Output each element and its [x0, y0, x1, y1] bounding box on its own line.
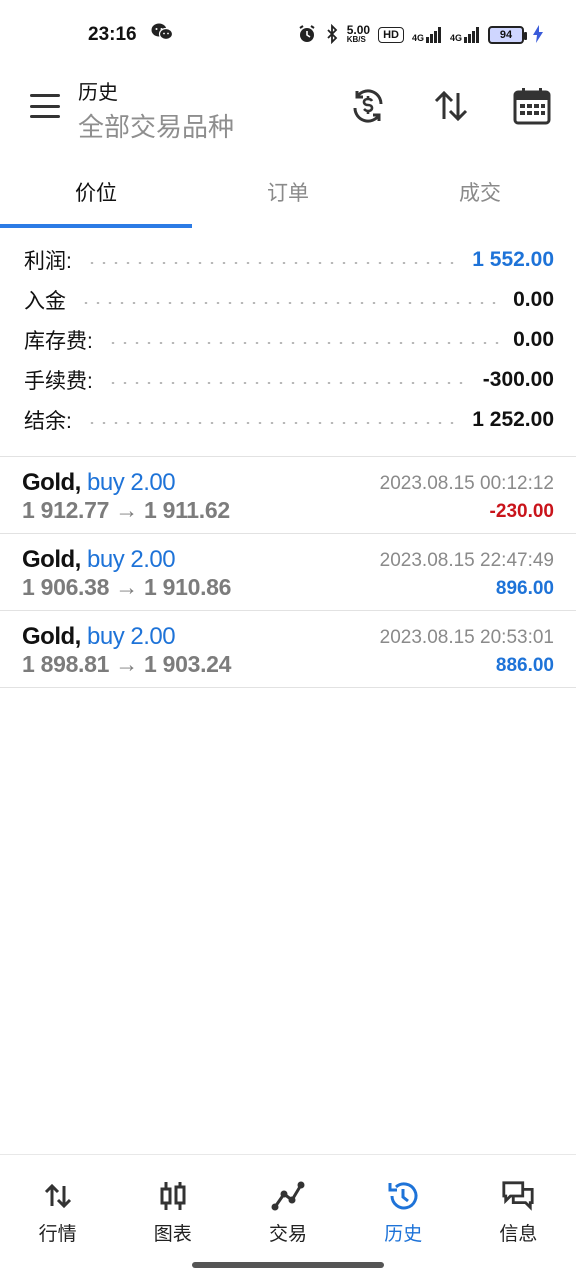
nav-trade[interactable]: 交易	[230, 1155, 345, 1254]
tab-orders[interactable]: 订单	[192, 156, 384, 228]
nav-chart[interactable]: 图表	[115, 1155, 230, 1254]
nav-messages[interactable]: 信息	[461, 1155, 576, 1254]
deal-prices: 1 898.81 → 1 903.24	[22, 651, 232, 677]
deal-symbol: Gold, buy 2.00	[22, 546, 176, 573]
nav-label: 图表	[153, 1224, 192, 1245]
quotes-icon	[41, 1179, 75, 1213]
dot-leader	[85, 262, 459, 264]
deal-prices: 1 906.38 → 1 910.86	[22, 574, 232, 600]
symbol-filter[interactable]: 全部交易品种	[78, 107, 234, 144]
deal-time: 2023.08.15 20:53:01	[379, 627, 554, 648]
app-header: 历史 全部交易品种	[0, 70, 576, 146]
deal-profit: 886.00	[495, 655, 554, 676]
summary-value: 0.00	[513, 328, 554, 351]
status-bar: 23:16 5.00 KB/S HD 4G 4G 94	[0, 0, 576, 70]
nav-label: 历史	[384, 1224, 423, 1245]
tab-bar: 价位 订单 成交	[0, 156, 576, 228]
deal-side: buy 2.00	[87, 623, 176, 650]
nav-quotes[interactable]: 行情	[0, 1155, 115, 1254]
alarm-icon	[297, 24, 317, 47]
wechat-icon	[151, 22, 173, 48]
dot-leader	[106, 382, 469, 384]
tab-positions[interactable]: 价位	[0, 156, 192, 228]
summary-value: 1 552.00	[472, 248, 554, 271]
summary-label: 库存费:	[24, 330, 93, 353]
deal-side: buy 2.00	[87, 546, 176, 573]
messages-icon	[501, 1179, 535, 1213]
deal-profit: -230.00	[489, 501, 554, 522]
summary-label: 手续费:	[24, 370, 93, 393]
menu-icon[interactable]	[30, 94, 60, 118]
status-left: 23:16	[88, 22, 173, 48]
deal-symbol: Gold, buy 2.00	[22, 469, 176, 496]
summary-value: 1 252.00	[472, 408, 554, 431]
hd-badge: HD	[378, 27, 404, 43]
summary-label: 利润:	[24, 250, 72, 273]
dot-leader	[80, 302, 500, 304]
calendar-icon[interactable]	[512, 86, 552, 126]
summary-value: -300.00	[482, 368, 554, 391]
page-title: 历史	[78, 82, 118, 104]
dot-leader	[106, 342, 500, 344]
tab-deals[interactable]: 成交	[384, 156, 576, 228]
summary-row-balance: 结余: 1 252.00	[0, 400, 576, 440]
charging-icon	[532, 24, 544, 46]
clock: 23:16	[88, 24, 137, 45]
battery-icon: 94	[488, 26, 527, 44]
trade-icon	[271, 1179, 305, 1213]
deal-side: buy 2.00	[87, 469, 176, 496]
summary-label: 结余:	[24, 410, 72, 433]
signal-icon: 4G	[412, 27, 442, 43]
summary-row-deposit: 入金 0.00	[0, 280, 576, 320]
dot-leader	[85, 422, 459, 424]
chart-icon	[156, 1179, 190, 1213]
nav-label: 交易	[269, 1224, 308, 1245]
home-indicator[interactable]	[192, 1262, 384, 1268]
nav-label: 信息	[499, 1224, 538, 1245]
summary-panel: 利润: 1 552.00 入金 0.00 库存费: 0.00 手续费: -300…	[0, 240, 576, 440]
history-icon	[386, 1179, 420, 1213]
bottom-nav: 行情 图表 交易 历史 信息	[0, 1154, 576, 1254]
deal-symbol: Gold, buy 2.00	[22, 623, 176, 650]
summary-row-swap: 库存费: 0.00	[0, 320, 576, 360]
summary-value: 0.00	[513, 288, 554, 311]
sort-icon[interactable]	[431, 86, 471, 126]
deal-time: 2023.08.15 22:47:49	[379, 550, 554, 571]
net-speed: 5.00 KB/S	[346, 23, 371, 44]
deal-prices: 1 912.77 → 1 911.62	[22, 497, 230, 523]
bluetooth-icon	[325, 23, 339, 47]
deal-time: 2023.08.15 00:12:12	[379, 473, 554, 494]
summary-label: 入金	[24, 290, 66, 313]
nav-history[interactable]: 历史	[346, 1155, 461, 1254]
status-right: 5.00 KB/S HD 4G 4G 94	[297, 23, 544, 47]
list-item[interactable]: Gold, buy 2.00 1 906.38 → 1 910.86 2023.…	[0, 534, 576, 611]
summary-row-profit: 利润: 1 552.00	[0, 240, 576, 280]
signal-icon-2: 4G	[450, 27, 480, 43]
nav-label: 行情	[38, 1224, 77, 1245]
header-titles[interactable]: 历史 全部交易品种	[78, 76, 234, 144]
deals-list: Gold, buy 2.00 1 912.77 → 1 911.62 2023.…	[0, 456, 576, 688]
list-item[interactable]: Gold, buy 2.00 1 898.81 → 1 903.24 2023.…	[0, 611, 576, 688]
deal-profit: 896.00	[495, 578, 554, 599]
summary-row-commission: 手续费: -300.00	[0, 360, 576, 400]
currency-sync-icon[interactable]	[348, 86, 388, 126]
list-item[interactable]: Gold, buy 2.00 1 912.77 → 1 911.62 2023.…	[0, 457, 576, 534]
